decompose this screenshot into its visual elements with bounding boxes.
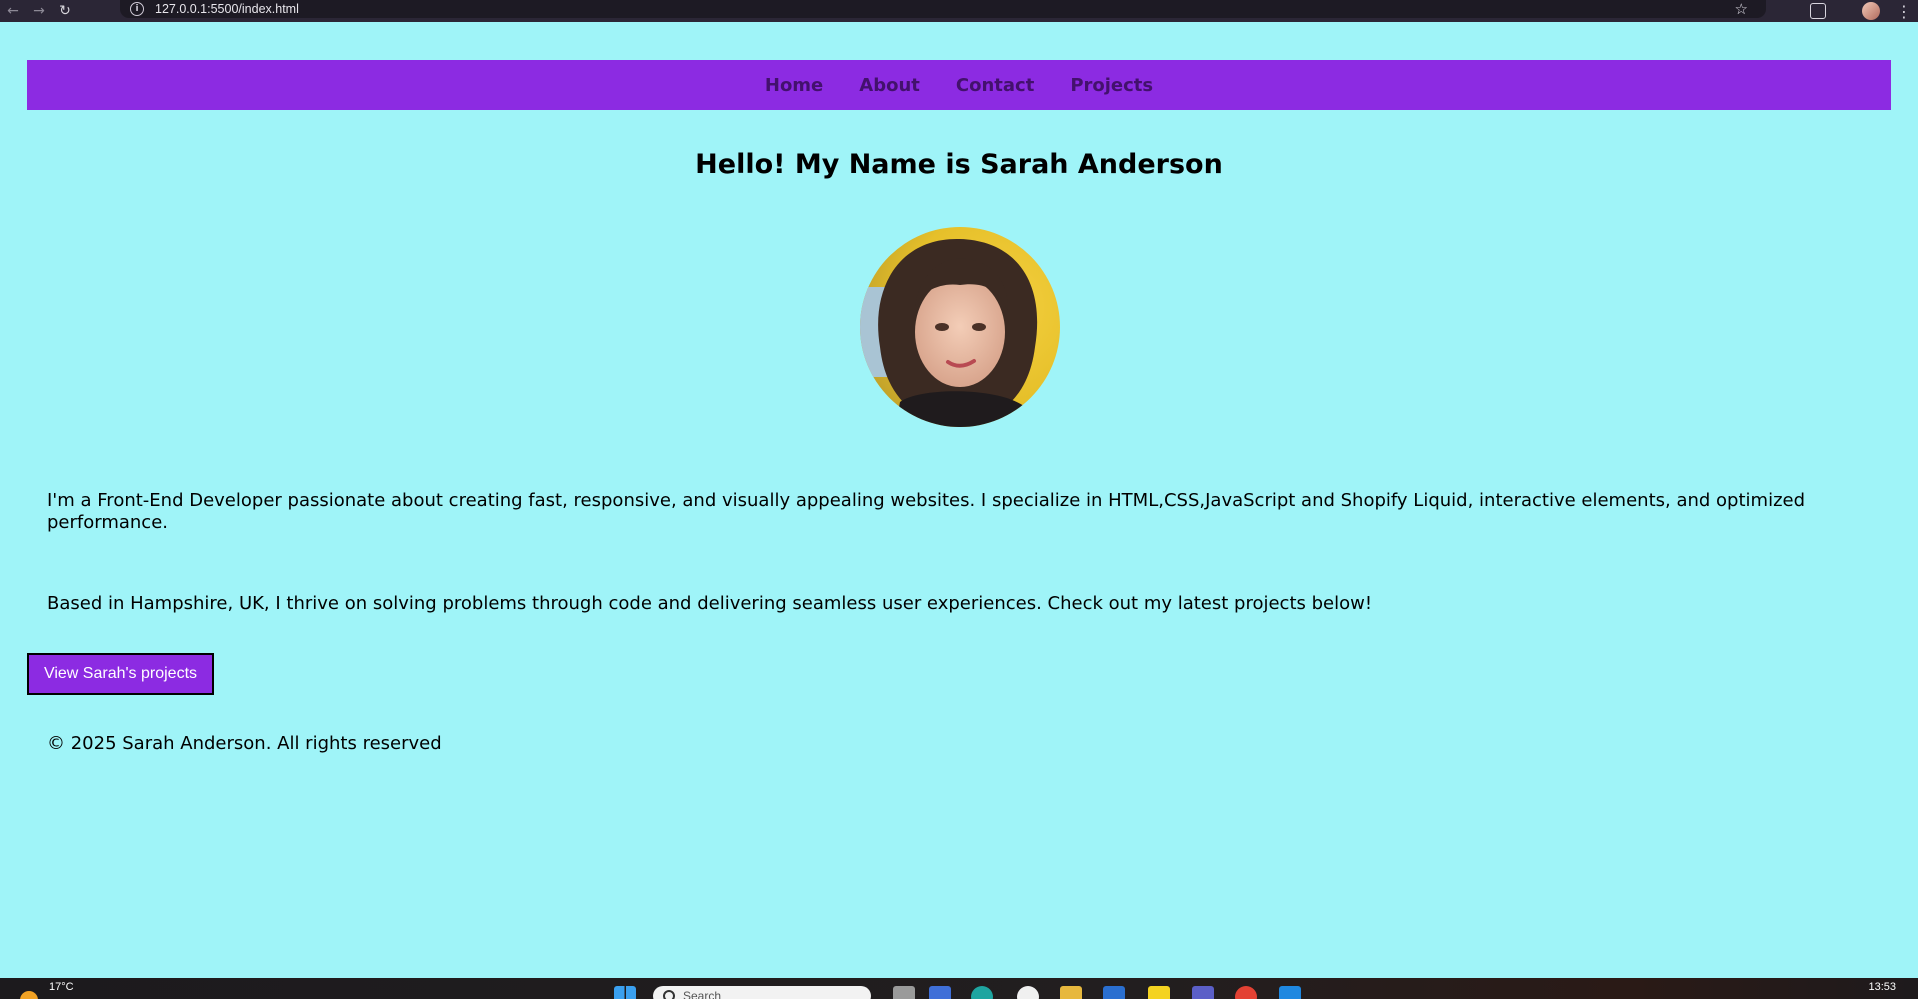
profile-avatar[interactable] (1862, 2, 1880, 20)
address-bar[interactable]: i 127.0.0.1:5500/index.html ☆ (120, 0, 1766, 18)
windows-start-icon[interactable] (614, 986, 636, 999)
reload-icon[interactable]: ↻ (52, 0, 78, 22)
taskbar-search[interactable]: Search (653, 986, 871, 999)
browser-actions: ⋮ (1810, 0, 1918, 22)
weather-sun-icon[interactable] (20, 991, 38, 999)
taskbar-search-placeholder: Search (683, 989, 722, 999)
view-projects-button[interactable]: View Sarah's projects (27, 653, 214, 695)
profile-photo (860, 227, 1060, 427)
info-icon[interactable]: i (130, 2, 144, 16)
puzzle-icon[interactable] (1810, 3, 1826, 19)
vscode-icon[interactable] (1279, 986, 1301, 999)
os-taskbar: 17°C Search 13:53 (0, 978, 1918, 999)
sticky-notes-icon[interactable] (1148, 986, 1170, 999)
nav-link-about[interactable]: About (859, 75, 920, 96)
star-icon[interactable]: ☆ (1735, 0, 1748, 18)
site-nav: Home About Contact Projects (27, 60, 1891, 110)
profile-photo-image (860, 227, 1060, 427)
arrow-right-icon[interactable]: → (26, 0, 52, 22)
chrome-icon[interactable] (1235, 986, 1257, 999)
photos-icon[interactable] (1017, 986, 1039, 999)
page-title: Hello! My Name is Sarah Anderson (695, 149, 1223, 180)
browser-toolbar: ← → ↻ i 127.0.0.1:5500/index.html ☆ ⋮ (0, 0, 1918, 22)
url-text[interactable]: 127.0.0.1:5500/index.html (155, 2, 299, 16)
task-view-icon[interactable] (893, 986, 915, 999)
nav-link-home[interactable]: Home (765, 75, 823, 96)
location-paragraph: Based in Hampshire, UK, I thrive on solv… (47, 593, 1373, 614)
edge-icon[interactable] (971, 986, 993, 999)
file-explorer-icon[interactable] (1060, 986, 1082, 999)
copilot-icon[interactable] (929, 986, 951, 999)
intro-paragraph: I'm a Front-End Developer passionate abo… (47, 490, 1806, 533)
weather-temperature[interactable]: 17°C (49, 981, 74, 993)
outlook-icon[interactable] (1103, 986, 1125, 999)
taskbar-clock[interactable]: 13:53 (1868, 981, 1896, 993)
kebab-menu-icon[interactable]: ⋮ (1894, 2, 1914, 21)
teams-icon[interactable] (1192, 986, 1214, 999)
nav-link-projects[interactable]: Projects (1070, 75, 1153, 96)
search-icon (663, 990, 675, 999)
footer-copyright: © 2025 Sarah Anderson. All rights reserv… (47, 733, 442, 754)
nav-link-contact[interactable]: Contact (956, 75, 1034, 96)
arrow-left-icon[interactable]: ← (0, 0, 26, 22)
